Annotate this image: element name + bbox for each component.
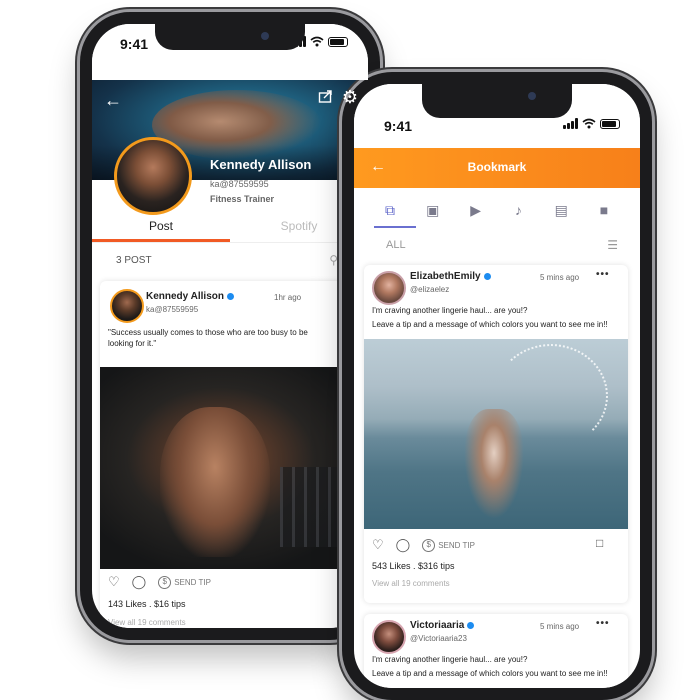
profile-avatar [114, 137, 192, 215]
bookmark-header: ← Bookmark [354, 148, 640, 188]
back-arrow-icon[interactable]: ← [104, 90, 122, 111]
post-text: I'm craving another lingerie haul... are… [372, 306, 608, 329]
profile-tabs: Post Spotify [92, 212, 368, 243]
post-time: 5 mins ago [540, 622, 580, 631]
author-avatar[interactable] [372, 620, 406, 654]
image-icon[interactable]: ▣ [423, 202, 443, 219]
left-phone: 9:41 ← ⚙ Kennedy Allison ka@87559595 Fit… [80, 12, 380, 640]
search-icon[interactable]: ⚲ [329, 253, 338, 267]
author-avatar[interactable] [372, 271, 406, 305]
filter-bar: ALL ☰ [354, 236, 640, 256]
post-actions: ♡ ◯ $ SEND TIP [372, 537, 475, 553]
post-stats: 143 Likes . $16 tips [108, 599, 186, 609]
comment-icon[interactable]: ◯ [396, 537, 411, 553]
left-screen: 9:41 ← ⚙ Kennedy Allison ka@87559595 Fit… [92, 24, 368, 628]
heart-icon[interactable]: ♡ [108, 574, 120, 590]
filter-all-label[interactable]: ALL [386, 239, 406, 251]
text-icon[interactable]: ▤ [551, 202, 571, 219]
status-time: 9:41 [384, 118, 413, 134]
author-name[interactable]: ElizabethEmily [410, 271, 491, 282]
view-comments-link[interactable]: View all 19 comments [108, 618, 186, 627]
status-time: 9:41 [120, 36, 149, 52]
author-handle: ka@87559595 [146, 305, 199, 314]
category-bar: ⧉ ▣ ▶ ♪ ▤ ■ [368, 194, 626, 226]
right-phone: 9:41 ← Bookmark ⧉ ▣ ▶ ♪ ▤ ■ ALL ☰ Elizab… [342, 72, 652, 700]
notch [155, 24, 305, 50]
view-comments-link[interactable]: View all 19 comments [372, 579, 450, 588]
verified-icon [467, 621, 475, 629]
profile-name: Kennedy Allison [210, 157, 312, 172]
sort-icon[interactable]: ☰ [607, 238, 618, 252]
right-screen: 9:41 ← Bookmark ⧉ ▣ ▶ ♪ ▤ ■ ALL ☰ Elizab… [354, 84, 640, 688]
post-time: 1hr ago [274, 293, 302, 302]
status-icons [563, 118, 620, 129]
more-options-icon[interactable]: ••• [596, 269, 610, 280]
bookmark-post-card: Victoriaaria @Victoriaaria23 5 mins ago … [364, 614, 628, 688]
notch [422, 84, 572, 118]
tab-post[interactable]: Post [92, 212, 230, 242]
bookmark-icon[interactable]: □ [596, 536, 603, 550]
battery-icon [328, 36, 348, 47]
author-name[interactable]: Victoriaaria [410, 620, 475, 631]
dollar-icon: $ [158, 575, 172, 589]
profile-role: Fitness Trainer [210, 194, 275, 204]
post-text: "Success usually comes to those who are … [108, 328, 308, 348]
send-tip-button[interactable]: $ SEND TIP [158, 575, 211, 589]
post-actions: ♡ ◯ $ SEND TIP [108, 574, 211, 590]
send-tip-button[interactable]: $ SEND TIP [422, 538, 475, 552]
lock-icon[interactable]: ■ [594, 202, 614, 218]
category-underline [374, 226, 416, 228]
heart-icon[interactable]: ♡ [372, 537, 384, 553]
page-title: Bookmark [467, 160, 527, 174]
comment-icon[interactable]: ◯ [132, 574, 147, 590]
post-count: 3 POST [116, 255, 152, 266]
post-text: I'm craving another lingerie haul... are… [372, 655, 608, 678]
audio-icon[interactable]: ♪ [508, 202, 528, 218]
verified-icon [483, 272, 491, 280]
video-icon[interactable]: ▶ [466, 202, 486, 219]
post-stats: 543 Likes . $316 tips [372, 561, 455, 571]
bookmark-post-card: ElizabethEmily @elizaelez 5 mins ago •••… [364, 265, 628, 603]
author-handle: @elizaelez [410, 285, 450, 294]
author-name[interactable]: Kennedy Allison [146, 291, 234, 302]
post-image[interactable] [100, 367, 368, 569]
verified-icon [226, 292, 234, 300]
share-icon[interactable] [318, 88, 334, 104]
wifi-icon [582, 118, 596, 129]
author-avatar[interactable] [110, 289, 144, 323]
dollar-icon: $ [422, 538, 436, 552]
wifi-icon [310, 36, 324, 47]
post-toolbar: 3 POST ⚲ ☰ [92, 249, 368, 273]
author-handle: @Victoriaaria23 [410, 634, 467, 643]
post-time: 5 mins ago [540, 273, 580, 282]
post-card: Kennedy Allison ka@87559595 1hr ago "Suc… [100, 281, 368, 628]
more-options-icon[interactable]: ••• [596, 618, 610, 629]
post-image[interactable] [364, 339, 628, 529]
posts-icon[interactable]: ⧉ [380, 202, 400, 219]
battery-icon [600, 118, 620, 129]
profile-handle: ka@87559595 [210, 179, 269, 189]
signal-icon [563, 118, 578, 129]
